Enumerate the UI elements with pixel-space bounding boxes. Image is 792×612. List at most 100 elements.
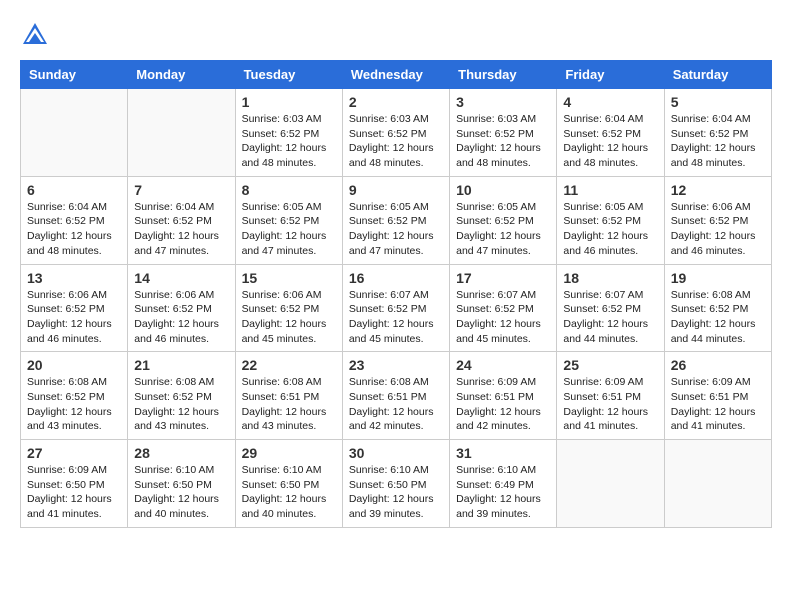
- day-info: Sunrise: 6:09 AM Sunset: 6:51 PM Dayligh…: [456, 375, 550, 434]
- day-number: 3: [456, 94, 550, 110]
- day-number: 14: [134, 270, 228, 286]
- day-number: 9: [349, 182, 443, 198]
- day-number: 1: [242, 94, 336, 110]
- calendar-cell: 5 Sunrise: 6:04 AM Sunset: 6:52 PM Daylig…: [664, 89, 771, 177]
- day-info: Sunrise: 6:09 AM Sunset: 6:50 PM Dayligh…: [27, 463, 121, 522]
- day-info: Sunrise: 6:08 AM Sunset: 6:52 PM Dayligh…: [27, 375, 121, 434]
- day-number: 4: [563, 94, 657, 110]
- weekday-header-friday: Friday: [557, 61, 664, 89]
- calendar-cell: 4Sunrise: 6:04 AM Sunset: 6:52 PM Daylig…: [557, 89, 664, 177]
- calendar-week-row-4: 20 Sunrise: 6:08 AM Sunset: 6:52 PM Dayli…: [21, 352, 772, 440]
- calendar-cell: 27 Sunrise: 6:09 AM Sunset: 6:50 PM Dayli…: [21, 440, 128, 528]
- day-number: 27: [27, 445, 121, 461]
- logo-icon: [20, 20, 50, 50]
- day-info: Sunrise: 6:06 AM Sunset: 6:52 PM Dayligh…: [671, 200, 765, 259]
- calendar-cell: 18 Sunrise: 6:07 AM Sunset: 6:52 PM Dayli…: [557, 264, 664, 352]
- day-number: 12: [671, 182, 765, 198]
- day-number: 28: [134, 445, 228, 461]
- day-number: 26: [671, 357, 765, 373]
- calendar-week-row-1: 1 Sunrise: 6:03 AM Sunset: 6:52 PM Daylig…: [21, 89, 772, 177]
- day-info: Sunrise: 6:08 AM Sunset: 6:52 PM Dayligh…: [134, 375, 228, 434]
- calendar-cell: 11 Sunrise: 6:05 AM Sunset: 6:52 PM Dayli…: [557, 176, 664, 264]
- day-number: 25: [563, 357, 657, 373]
- calendar-cell: 12 Sunrise: 6:06 AM Sunset: 6:52 PM Dayli…: [664, 176, 771, 264]
- calendar-week-row-3: 13 Sunrise: 6:06 AM Sunset: 6:52 PM Dayli…: [21, 264, 772, 352]
- page-header: [20, 20, 772, 50]
- weekday-header-wednesday: Wednesday: [342, 61, 449, 89]
- day-info: Sunrise: 6:05 AM Sunset: 6:52 PM Dayligh…: [456, 200, 550, 259]
- day-info: Sunrise: 6:08 AM Sunset: 6:51 PM Dayligh…: [242, 375, 336, 434]
- day-number: 16: [349, 270, 443, 286]
- weekday-header-monday: Monday: [128, 61, 235, 89]
- day-info: Sunrise: 6:06 AM Sunset: 6:52 PM Dayligh…: [242, 288, 336, 347]
- day-number: 8: [242, 182, 336, 198]
- day-number: 11: [563, 182, 657, 198]
- calendar-cell: 26 Sunrise: 6:09 AM Sunset: 6:51 PM Dayli…: [664, 352, 771, 440]
- day-info: Sunrise: 6:04 AM Sunset: 6:52 PM Dayligh…: [27, 200, 121, 259]
- day-info: Sunrise: 6:04 AM Sunset: 6:52 PM Dayligh…: [134, 200, 228, 259]
- calendar-cell: 22Sunrise: 6:08 AM Sunset: 6:51 PM Dayli…: [235, 352, 342, 440]
- calendar-cell: 29 Sunrise: 6:10 AM Sunset: 6:50 PM Dayli…: [235, 440, 342, 528]
- day-number: 19: [671, 270, 765, 286]
- calendar-week-row-5: 27 Sunrise: 6:09 AM Sunset: 6:50 PM Dayli…: [21, 440, 772, 528]
- day-number: 7: [134, 182, 228, 198]
- weekday-header-saturday: Saturday: [664, 61, 771, 89]
- day-info: Sunrise: 6:07 AM Sunset: 6:52 PM Dayligh…: [456, 288, 550, 347]
- day-number: 18: [563, 270, 657, 286]
- day-info: Sunrise: 6:10 AM Sunset: 6:50 PM Dayligh…: [349, 463, 443, 522]
- day-number: 30: [349, 445, 443, 461]
- day-number: 23: [349, 357, 443, 373]
- calendar-cell: 1 Sunrise: 6:03 AM Sunset: 6:52 PM Daylig…: [235, 89, 342, 177]
- calendar-cell: 15 Sunrise: 6:06 AM Sunset: 6:52 PM Dayli…: [235, 264, 342, 352]
- day-number: 21: [134, 357, 228, 373]
- day-info: Sunrise: 6:06 AM Sunset: 6:52 PM Dayligh…: [27, 288, 121, 347]
- calendar-week-row-2: 6 Sunrise: 6:04 AM Sunset: 6:52 PM Daylig…: [21, 176, 772, 264]
- day-info: Sunrise: 6:03 AM Sunset: 6:52 PM Dayligh…: [242, 112, 336, 171]
- day-info: Sunrise: 6:09 AM Sunset: 6:51 PM Dayligh…: [563, 375, 657, 434]
- day-number: 6: [27, 182, 121, 198]
- day-number: 24: [456, 357, 550, 373]
- day-info: Sunrise: 6:04 AM Sunset: 6:52 PM Dayligh…: [671, 112, 765, 171]
- day-info: Sunrise: 6:10 AM Sunset: 6:50 PM Dayligh…: [242, 463, 336, 522]
- calendar-cell: 19 Sunrise: 6:08 AM Sunset: 6:52 PM Dayli…: [664, 264, 771, 352]
- calendar-cell: 2 Sunrise: 6:03 AM Sunset: 6:52 PM Daylig…: [342, 89, 449, 177]
- weekday-header-thursday: Thursday: [450, 61, 557, 89]
- weekday-header-sunday: Sunday: [21, 61, 128, 89]
- calendar-cell: 23Sunrise: 6:08 AM Sunset: 6:51 PM Dayli…: [342, 352, 449, 440]
- day-number: 17: [456, 270, 550, 286]
- calendar-cell: 31 Sunrise: 6:10 AM Sunset: 6:49 PM Dayli…: [450, 440, 557, 528]
- day-number: 2: [349, 94, 443, 110]
- logo: [20, 20, 55, 50]
- day-number: 15: [242, 270, 336, 286]
- calendar-cell: 30 Sunrise: 6:10 AM Sunset: 6:50 PM Dayli…: [342, 440, 449, 528]
- day-info: Sunrise: 6:07 AM Sunset: 6:52 PM Dayligh…: [563, 288, 657, 347]
- day-info: Sunrise: 6:03 AM Sunset: 6:52 PM Dayligh…: [456, 112, 550, 171]
- day-number: 10: [456, 182, 550, 198]
- calendar-cell: 9 Sunrise: 6:05 AM Sunset: 6:52 PM Daylig…: [342, 176, 449, 264]
- weekday-header-tuesday: Tuesday: [235, 61, 342, 89]
- day-info: Sunrise: 6:10 AM Sunset: 6:49 PM Dayligh…: [456, 463, 550, 522]
- day-info: Sunrise: 6:08 AM Sunset: 6:52 PM Dayligh…: [671, 288, 765, 347]
- day-number: 31: [456, 445, 550, 461]
- calendar-cell: 14 Sunrise: 6:06 AM Sunset: 6:52 PM Dayli…: [128, 264, 235, 352]
- calendar-cell: 20 Sunrise: 6:08 AM Sunset: 6:52 PM Dayli…: [21, 352, 128, 440]
- day-info: Sunrise: 6:05 AM Sunset: 6:52 PM Dayligh…: [349, 200, 443, 259]
- day-number: 13: [27, 270, 121, 286]
- day-info: Sunrise: 6:07 AM Sunset: 6:52 PM Dayligh…: [349, 288, 443, 347]
- calendar-cell: 17 Sunrise: 6:07 AM Sunset: 6:52 PM Dayli…: [450, 264, 557, 352]
- calendar-cell: [128, 89, 235, 177]
- day-info: Sunrise: 6:05 AM Sunset: 6:52 PM Dayligh…: [242, 200, 336, 259]
- day-number: 5: [671, 94, 765, 110]
- calendar-cell: 21 Sunrise: 6:08 AM Sunset: 6:52 PM Dayli…: [128, 352, 235, 440]
- day-number: 20: [27, 357, 121, 373]
- calendar-cell: 10 Sunrise: 6:05 AM Sunset: 6:52 PM Dayli…: [450, 176, 557, 264]
- calendar-cell: 28Sunrise: 6:10 AM Sunset: 6:50 PM Dayli…: [128, 440, 235, 528]
- day-number: 29: [242, 445, 336, 461]
- day-info: Sunrise: 6:05 AM Sunset: 6:52 PM Dayligh…: [563, 200, 657, 259]
- calendar-table: SundayMondayTuesdayWednesdayThursdayFrid…: [20, 60, 772, 528]
- day-info: Sunrise: 6:03 AM Sunset: 6:52 PM Dayligh…: [349, 112, 443, 171]
- calendar-cell: 13 Sunrise: 6:06 AM Sunset: 6:52 PM Dayli…: [21, 264, 128, 352]
- day-info: Sunrise: 6:06 AM Sunset: 6:52 PM Dayligh…: [134, 288, 228, 347]
- day-info: Sunrise: 6:09 AM Sunset: 6:51 PM Dayligh…: [671, 375, 765, 434]
- calendar-cell: 25 Sunrise: 6:09 AM Sunset: 6:51 PM Dayli…: [557, 352, 664, 440]
